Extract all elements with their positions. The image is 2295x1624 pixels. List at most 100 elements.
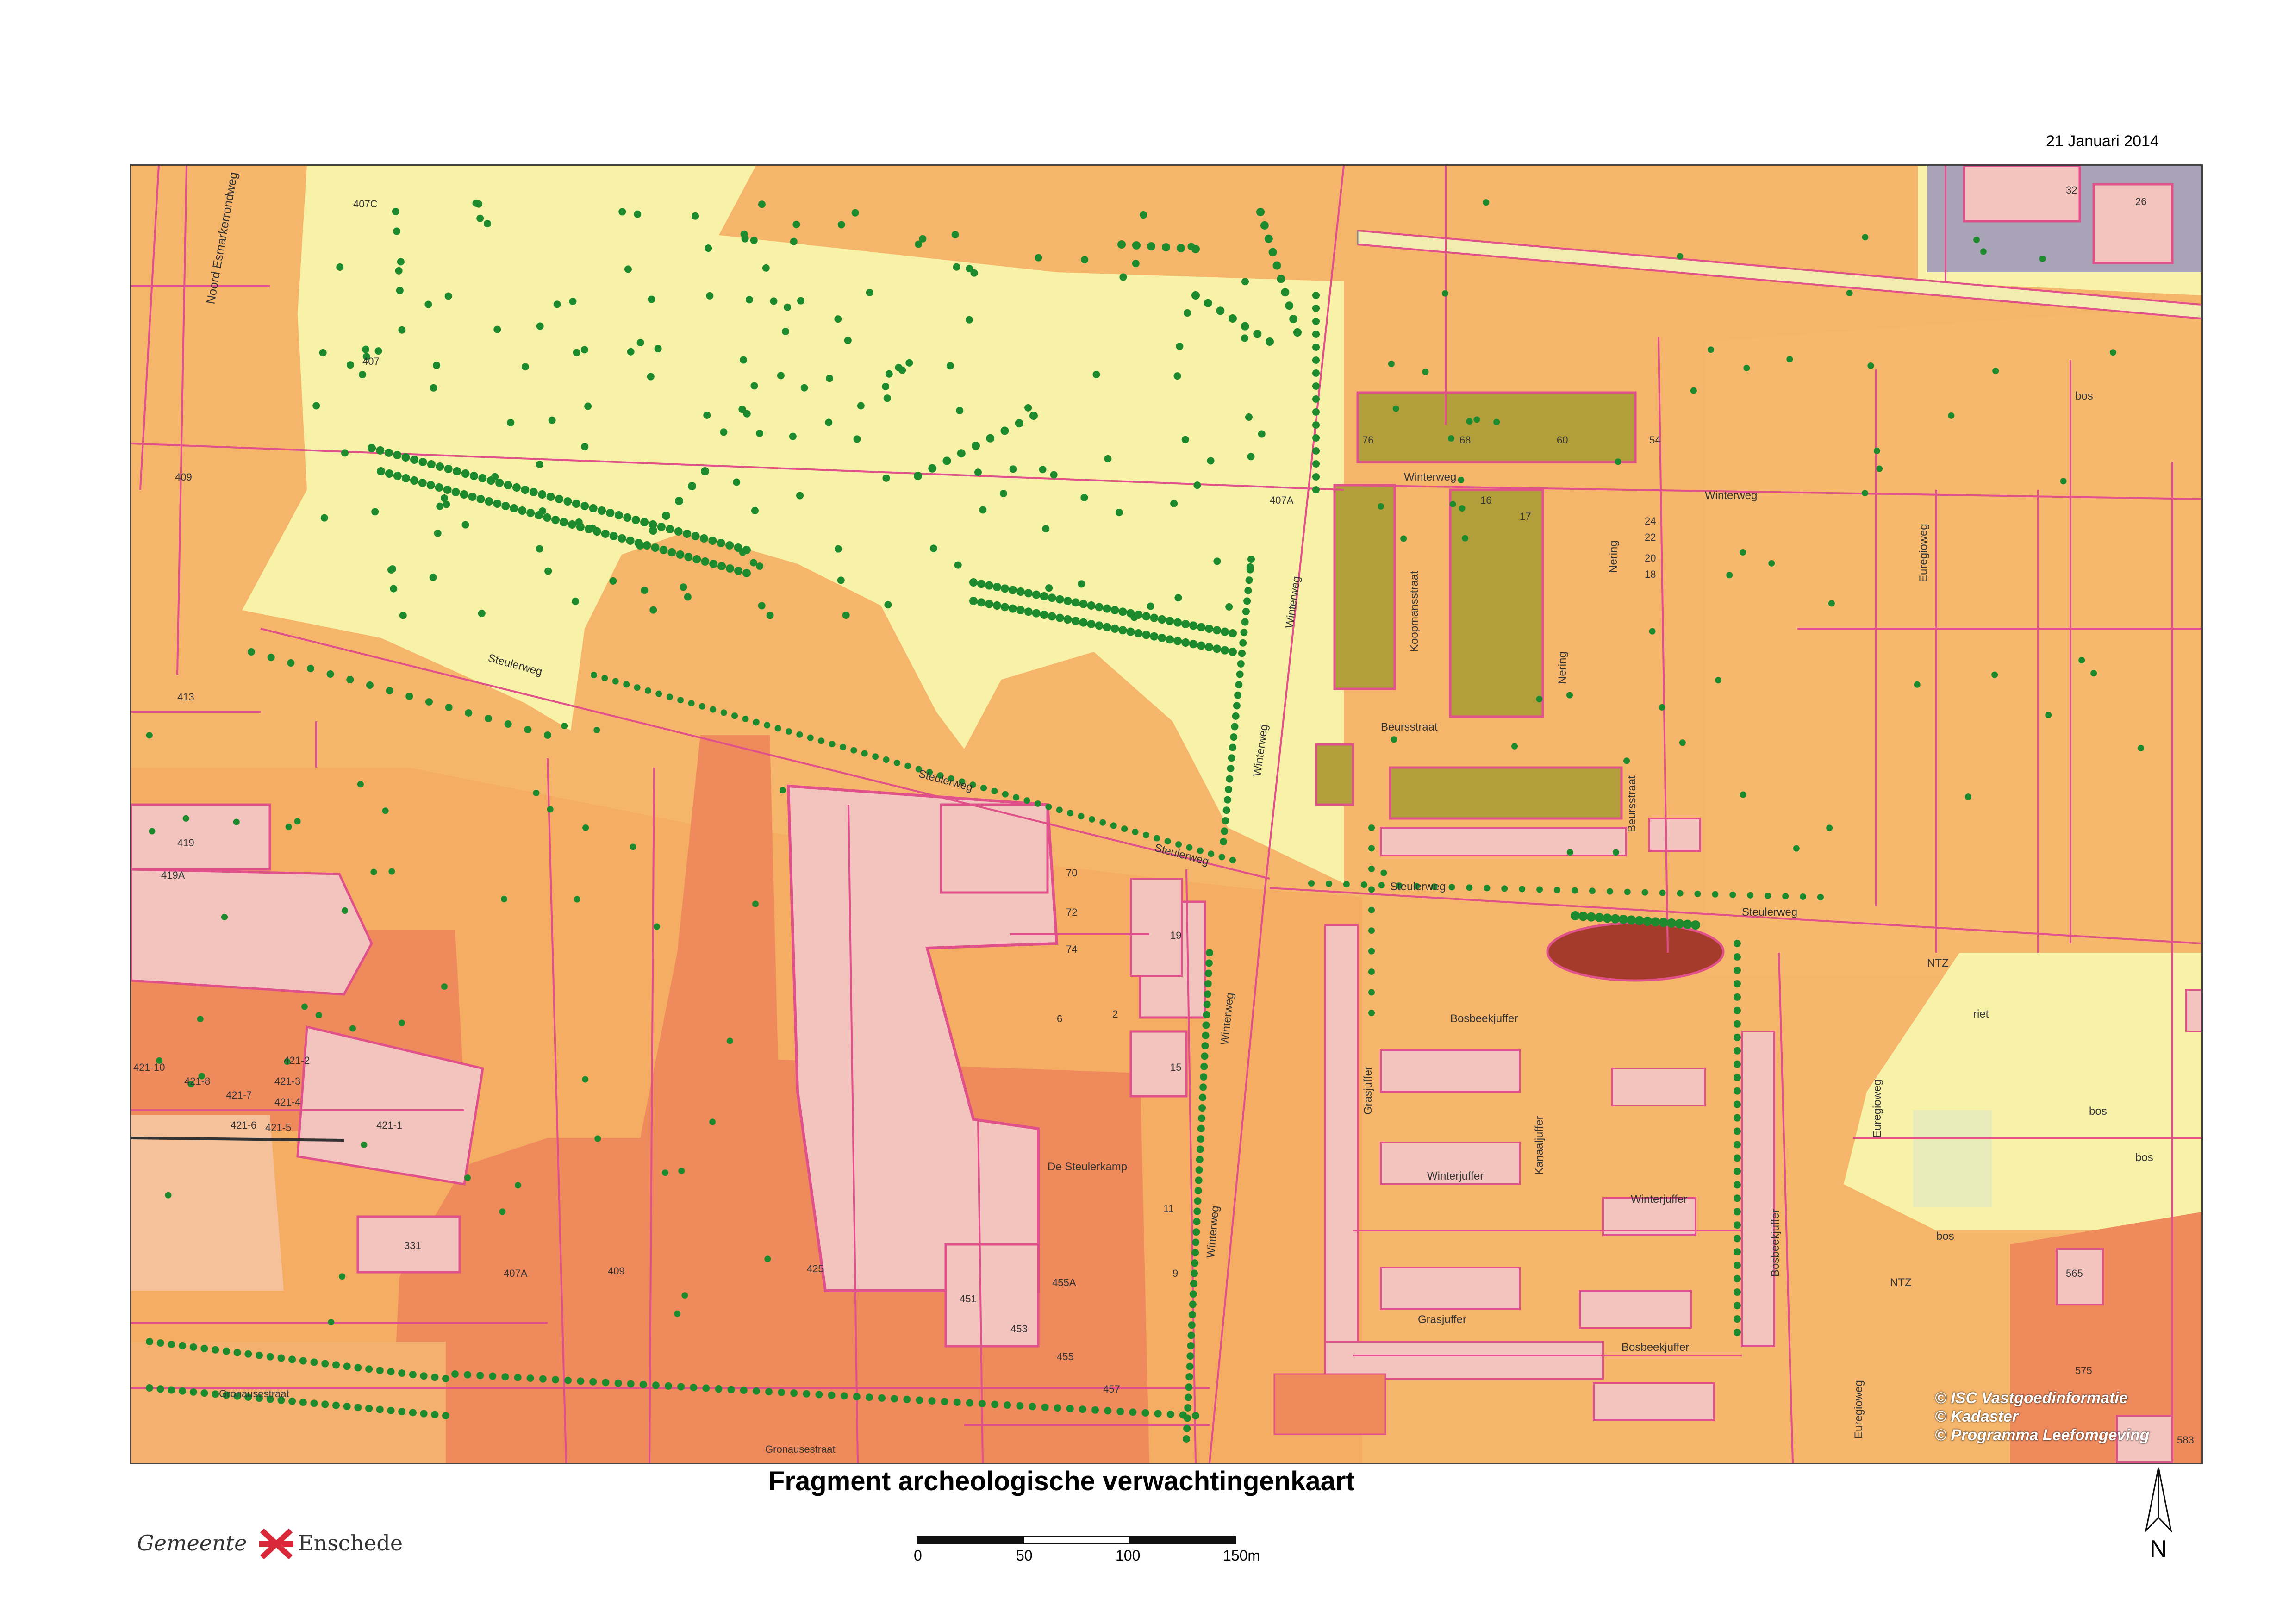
tree-icon	[401, 474, 410, 482]
tree-icon	[521, 486, 530, 494]
tree-icon	[1194, 1197, 1202, 1205]
tree-icon	[740, 356, 748, 364]
tree-icon	[970, 269, 978, 277]
tree-icon	[1000, 584, 1009, 593]
tree-icon	[815, 1391, 823, 1399]
tree-icon	[1202, 1021, 1210, 1029]
tree-icon	[649, 606, 657, 614]
tree-icon	[928, 1397, 936, 1405]
label-nering-2: Nering	[1607, 540, 1620, 573]
tree-icon	[1368, 845, 1375, 852]
tree-icon	[1147, 602, 1154, 610]
tree-icon	[397, 258, 405, 266]
label-ntz-2: NTZ	[1890, 1276, 1912, 1289]
tree-icon	[189, 1343, 197, 1351]
tree-icon	[1312, 395, 1320, 403]
tree-icon	[1571, 911, 1580, 920]
tree-icon	[182, 815, 189, 822]
tree-icon	[1734, 1127, 1741, 1135]
tree-icon	[1312, 356, 1320, 364]
tree-icon	[601, 675, 608, 681]
tree-icon	[1039, 466, 1047, 474]
svg-text:407: 407	[362, 356, 380, 367]
tree-icon	[584, 402, 592, 410]
tree-icon	[233, 1349, 241, 1356]
tree-icon	[1166, 617, 1174, 625]
tree-icon	[384, 449, 393, 457]
tree-icon	[770, 297, 778, 305]
tree-icon	[1177, 244, 1185, 252]
tree-icon	[149, 828, 156, 835]
tree-icon	[569, 298, 577, 306]
tree-icon	[1241, 322, 1249, 331]
tree-icon	[371, 508, 379, 516]
tree-icon	[1130, 613, 1138, 621]
tree-icon	[1817, 894, 1824, 900]
tree-icon	[1734, 1100, 1741, 1108]
svg-text:421-5: 421-5	[265, 1122, 291, 1133]
tree-icon	[677, 1383, 685, 1391]
tree-icon	[1191, 1249, 1199, 1256]
tree-icon	[342, 907, 349, 914]
tree-icon	[1740, 549, 1746, 556]
tree-icon	[1129, 1408, 1137, 1416]
tree-icon	[1734, 940, 1741, 947]
tree-icon	[956, 406, 964, 414]
tree-icon	[433, 362, 441, 369]
tree-icon	[524, 726, 532, 733]
tree-icon	[708, 537, 717, 545]
tree-icon	[478, 610, 486, 618]
tree-icon	[778, 1388, 786, 1396]
tree-icon	[1191, 1269, 1198, 1277]
tree-icon	[1782, 893, 1789, 899]
tree-icon	[572, 597, 580, 605]
tree-icon	[591, 672, 597, 678]
tree-icon	[1078, 580, 1085, 588]
svg-text:421-8: 421-8	[184, 1075, 210, 1087]
label-winterweg-5: Winterweg	[1404, 471, 1456, 483]
tree-icon	[992, 601, 1001, 610]
tree-icon	[1115, 508, 1123, 516]
tree-icon	[451, 488, 460, 496]
svg-text:413: 413	[177, 691, 194, 703]
tree-icon	[1281, 288, 1290, 297]
tree-icon	[332, 1401, 340, 1409]
tree-icon	[1187, 243, 1195, 250]
tree-icon	[233, 818, 240, 825]
tree-icon	[636, 541, 644, 550]
map-date: 21 Januari 2014	[2046, 132, 2159, 150]
tree-icon	[1185, 1383, 1193, 1391]
tree-icon	[277, 1354, 285, 1362]
tree-icon	[1016, 1402, 1024, 1410]
tree-icon	[1675, 919, 1684, 929]
tree-icon	[739, 548, 747, 556]
tree-icon	[701, 467, 709, 475]
tree-icon	[662, 512, 670, 520]
tree-icon	[1147, 242, 1155, 250]
svg-text:9: 9	[1172, 1268, 1178, 1279]
tree-icon	[294, 818, 301, 825]
tree-icon	[1023, 797, 1030, 804]
tree-icon	[866, 288, 873, 296]
svg-text:419A: 419A	[161, 869, 185, 881]
tree-icon	[807, 734, 814, 741]
tree-icon	[751, 506, 759, 514]
tree-icon	[1734, 1194, 1741, 1202]
tree-icon	[538, 507, 546, 515]
tree-icon	[1245, 413, 1253, 421]
tree-icon	[966, 1399, 973, 1407]
tree-icon	[388, 868, 395, 875]
svg-text:24: 24	[1645, 515, 1656, 527]
tree-icon	[212, 1390, 219, 1398]
tree-icon	[1158, 615, 1166, 624]
tree-icon	[750, 237, 758, 244]
tree-icon	[1734, 1141, 1741, 1149]
tree-icon	[504, 481, 512, 489]
map-canvas[interactable]: Noord Esmarkerrondweg Steulerweg Steuler…	[130, 164, 2203, 1464]
svg-text:70: 70	[1066, 867, 1077, 879]
tree-icon	[393, 227, 401, 235]
tree-icon	[1196, 1156, 1204, 1163]
tree-icon	[336, 263, 344, 271]
tree-icon	[1221, 827, 1229, 835]
tree-icon	[1071, 617, 1080, 625]
